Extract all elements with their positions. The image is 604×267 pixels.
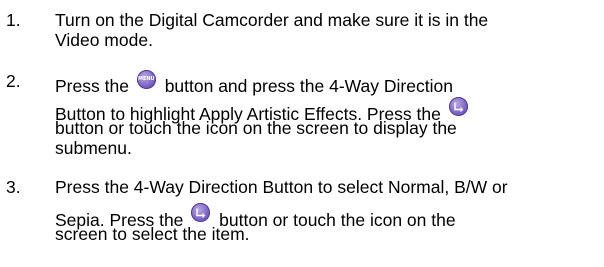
step-number: 1. [6, 10, 21, 30]
step-2-line-1: Press the MENU button and press the 4-Wa… [55, 70, 453, 97]
step-1-line-1: Turn on the Digital Camcorder and make s… [55, 10, 489, 30]
step-3-line-1: Press the 4-Way Direction Button to sele… [55, 177, 508, 197]
menu-icon-label: MENU [137, 76, 155, 82]
step-2-line-4: submenu. [55, 138, 132, 158]
menu-button-icon: MENU [136, 70, 156, 89]
ok-enter-button-icon [448, 97, 468, 116]
step-3-text: button or touch the icon on the [219, 210, 456, 230]
step-number: 3. [6, 177, 21, 197]
enter-arrow-icon [196, 208, 206, 218]
step-3-line-3: screen to select the item. [55, 224, 250, 244]
step-2-text: Press the [55, 76, 129, 96]
ok-enter-button-icon [191, 203, 211, 222]
step-2-text: button and press the 4-Way Direction [164, 76, 453, 96]
step-2-line-3: button or touch the icon on the screen t… [55, 118, 457, 138]
enter-arrow-icon [454, 102, 464, 112]
step-number: 2. [6, 71, 21, 91]
step-1-line-2: Video mode. [55, 30, 153, 50]
